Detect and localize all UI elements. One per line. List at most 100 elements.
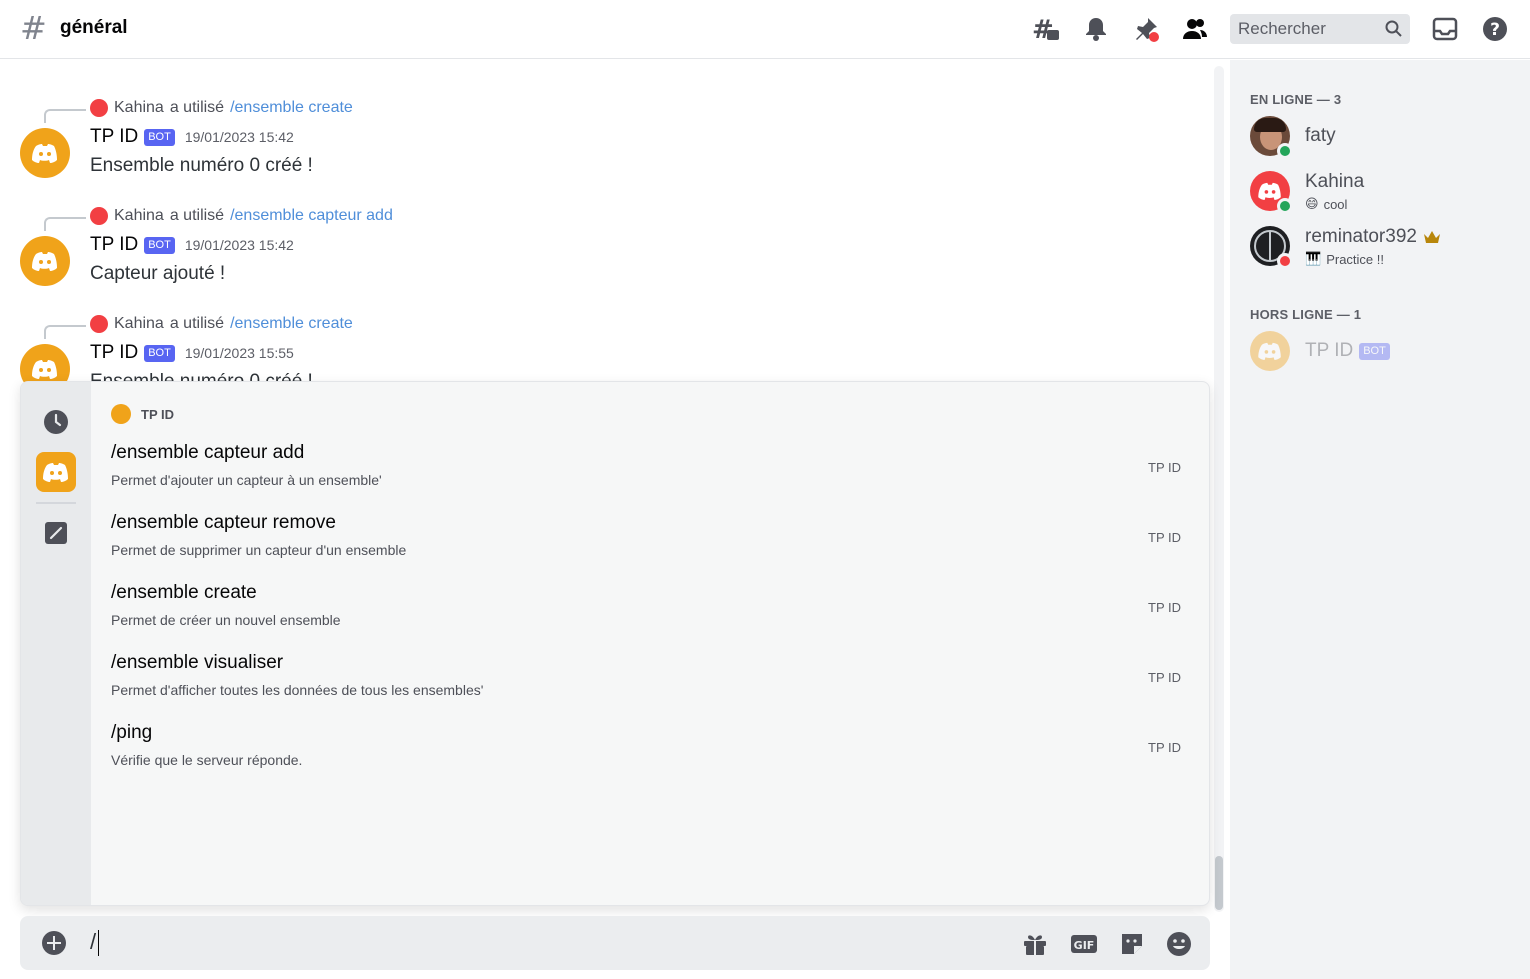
command-option[interactable]: /ensemble capteur add Permet d'ajouter u… [91, 442, 1209, 512]
reply-username[interactable]: Kahina [114, 207, 164, 225]
text-caret [98, 930, 99, 956]
command-option[interactable]: /ensemble capteur remove Permet de suppr… [91, 512, 1209, 582]
reply-username[interactable]: Kahina [114, 99, 164, 117]
builtin-commands-button[interactable] [36, 513, 76, 553]
command-source: TP ID [1148, 600, 1181, 615]
command-name: /ensemble capteur remove [111, 512, 336, 533]
discord-logo-icon [43, 463, 68, 482]
tp-id-commands-button[interactable] [36, 452, 76, 492]
command-source: TP ID [1148, 740, 1181, 755]
autocomplete-section-header: TP ID [111, 404, 174, 424]
member-activity: 😄 cool [1305, 196, 1347, 212]
command-description: Permet de supprimer un capteur d'un ense… [111, 542, 407, 558]
message-author: TP ID BOT 19/01/2023 15:42 [90, 234, 294, 256]
rail-divider [36, 502, 76, 504]
command-source: TP ID [1148, 670, 1181, 685]
notification-bell-icon[interactable] [1082, 15, 1110, 43]
gif-icon[interactable]: GIF [1070, 930, 1098, 958]
discord-logo-icon [1258, 182, 1281, 200]
member-item-reminator392[interactable]: reminator392 🎹 Practice !! [1250, 226, 1520, 270]
member-list: EN LIGNE — 3 faty Kahina 😄 cool reminato… [1230, 60, 1530, 979]
inbox-icon[interactable] [1431, 15, 1459, 43]
command-name: /ensemble create [111, 582, 257, 603]
reply-verb: a utilisé [169, 207, 225, 224]
bot-badge: BOT [1359, 342, 1390, 360]
member-item-faty[interactable]: faty [1250, 116, 1520, 160]
reply-username[interactable]: Kahina [114, 315, 164, 333]
reply-verb: a utilisé [169, 315, 225, 332]
search-input[interactable]: Rechercher [1230, 14, 1410, 44]
command-reply[interactable]: Kahina a utilisé /ensemble capteur add [90, 207, 393, 225]
emoji-icon[interactable] [1165, 930, 1193, 958]
reply-command[interactable]: /ensemble create [230, 99, 353, 117]
discord-logo-icon [32, 144, 57, 163]
clock-icon [44, 410, 68, 434]
author-name[interactable]: TP ID [90, 234, 138, 256]
command-description: Permet d'afficher toutes les données de … [111, 682, 484, 698]
chat-scrollbar-thumb[interactable] [1215, 856, 1223, 910]
crown-icon [1423, 231, 1440, 243]
member-name: faty [1305, 125, 1336, 146]
member-item-kahina[interactable]: Kahina 😄 cool [1250, 171, 1520, 215]
reply-command[interactable]: /ensemble capteur add [230, 207, 393, 225]
discord-logo-icon [32, 252, 57, 271]
kahina-mini-avatar [90, 207, 108, 225]
recent-commands-button[interactable] [36, 402, 76, 442]
activity-emoji: 😄 [1305, 196, 1319, 211]
channel-title: général [60, 17, 128, 38]
dnd-status-indicator [1277, 253, 1293, 269]
help-icon[interactable]: ? [1481, 15, 1509, 43]
command-description: Vérifie que le serveur réponde. [111, 752, 303, 768]
online-group-header: EN LIGNE — 3 [1250, 92, 1342, 107]
online-status-indicator [1277, 198, 1293, 214]
member-name: Kahina [1305, 171, 1365, 192]
reply-command[interactable]: /ensemble create [230, 315, 353, 333]
slash-square-icon [45, 522, 67, 544]
member-name: TP ID BOT [1305, 340, 1390, 362]
svg-text:?: ? [1490, 20, 1500, 40]
message-content: Ensemble numéro 0 créé ! [90, 155, 313, 176]
kahina-mini-avatar [90, 315, 108, 333]
message-input[interactable]: / [90, 929, 96, 955]
gift-icon[interactable] [1021, 930, 1049, 958]
bot-badge: BOT [144, 128, 175, 146]
autocomplete-category-rail [21, 382, 91, 905]
command-name: /ensemble visualiser [111, 652, 284, 673]
command-name: /ensemble capteur add [111, 442, 305, 463]
message-timestamp: 19/01/2023 15:55 [184, 345, 294, 361]
activity-text: cool [1323, 196, 1348, 212]
kahina-mini-avatar [90, 99, 108, 117]
command-option[interactable]: /ensemble visualiser Permet d'afficher t… [91, 652, 1209, 722]
command-reply[interactable]: Kahina a utilisé /ensemble create [90, 99, 353, 117]
reply-connector [44, 325, 86, 339]
member-activity: 🎹 Practice !! [1305, 251, 1384, 267]
command-source: TP ID [1148, 530, 1181, 545]
sticker-icon[interactable] [1118, 930, 1146, 958]
command-reply[interactable]: Kahina a utilisé /ensemble create [90, 315, 353, 333]
author-name[interactable]: TP ID [90, 126, 138, 148]
command-source: TP ID [1148, 460, 1181, 475]
section-title: TP ID [141, 406, 174, 422]
author-name[interactable]: TP ID [90, 342, 138, 364]
reply-verb: a utilisé [169, 99, 225, 116]
message-author: TP ID BOT 19/01/2023 15:55 [90, 342, 294, 364]
discord-logo-icon [1258, 342, 1281, 360]
message-timestamp: 19/01/2023 15:42 [184, 129, 294, 145]
pinned-messages-icon[interactable] [1132, 15, 1160, 43]
online-status-indicator [1277, 143, 1293, 159]
member-item-tp-id[interactable]: TP ID BOT [1250, 331, 1520, 375]
bot-avatar[interactable] [20, 128, 70, 178]
bot-avatar[interactable] [20, 236, 70, 286]
bot-badge: BOT [144, 236, 175, 254]
upload-plus-icon[interactable] [42, 931, 66, 955]
threads-icon[interactable]: # [1032, 15, 1060, 43]
command-autocomplete-popup: TP ID /ensemble capteur add Permet d'ajo… [20, 381, 1210, 906]
search-icon [1385, 20, 1402, 37]
command-option[interactable]: /ping Vérifie que le serveur réponde. TP… [91, 722, 1209, 792]
member-list-icon[interactable] [1181, 15, 1209, 43]
search-placeholder: Rechercher [1238, 19, 1326, 38]
chat-scrollbar-track[interactable] [1214, 66, 1224, 912]
command-description: Permet de créer un nouvel ensemble [111, 612, 341, 628]
message-timestamp: 19/01/2023 15:42 [184, 237, 294, 253]
command-option[interactable]: /ensemble create Permet de créer un nouv… [91, 582, 1209, 652]
